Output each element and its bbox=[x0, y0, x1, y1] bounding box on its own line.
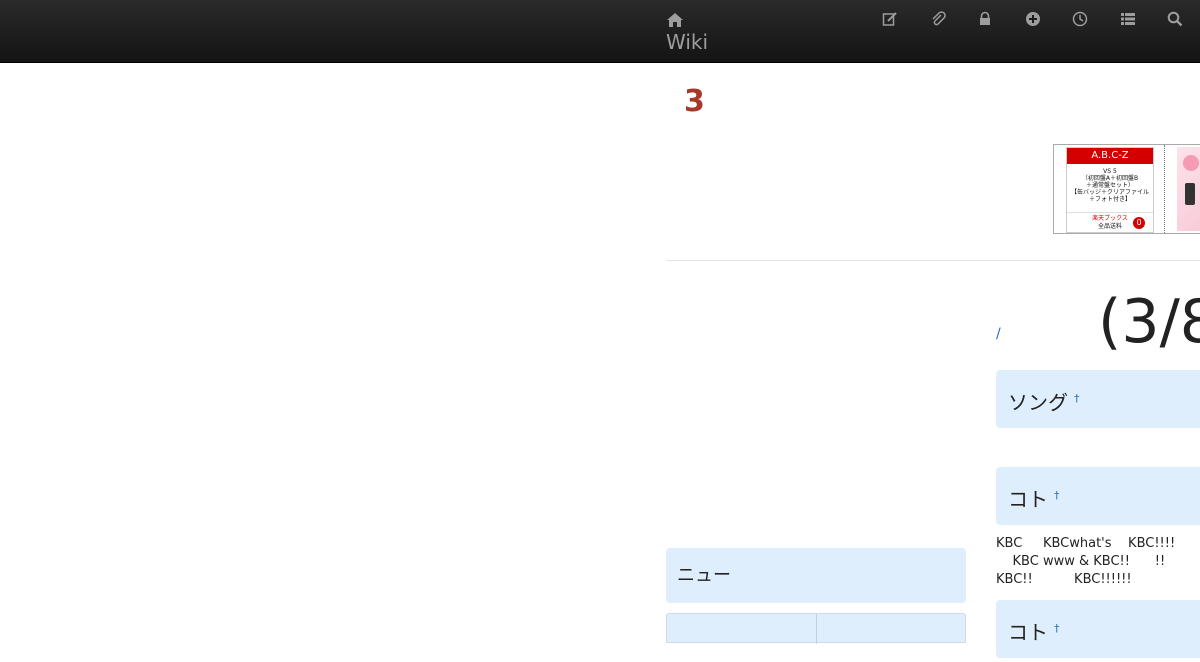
lock-button[interactable] bbox=[976, 10, 994, 28]
sidebar-table bbox=[666, 613, 966, 644]
date-heading: (3/8 bbox=[1098, 287, 1200, 357]
add-page-button[interactable] bbox=[1024, 10, 1042, 28]
ad-logo-icon bbox=[1183, 155, 1199, 171]
lock-icon bbox=[980, 11, 990, 25]
list-icon bbox=[1121, 13, 1135, 25]
section-heading-2: コト † bbox=[996, 467, 1200, 525]
attach-icon bbox=[932, 11, 946, 26]
section-heading-text: ソング bbox=[1008, 390, 1068, 415]
ad-zero-badge: 0 bbox=[1133, 217, 1145, 229]
list-button[interactable] bbox=[1119, 10, 1137, 28]
breadcrumb-link[interactable]: / bbox=[996, 326, 1001, 342]
ad-product-card-2[interactable] bbox=[1177, 147, 1200, 231]
section-anchor-link[interactable]: † bbox=[1054, 622, 1060, 635]
search-button[interactable] bbox=[1166, 10, 1184, 28]
attach-button[interactable] bbox=[929, 10, 947, 28]
ad-product-card[interactable]: A.B.C-Z VS 5 （初回盤A＋初回盤B ＋通常盤セット） 【缶バッジ＋ク… bbox=[1066, 147, 1154, 233]
search-icon bbox=[1167, 11, 1183, 27]
table-cell-divider bbox=[816, 614, 817, 644]
ad-banner[interactable]: A.B.C-Z VS 5 （初回盤A＋初回盤B ＋通常盤セット） 【缶バッジ＋ク… bbox=[1053, 144, 1200, 234]
add-icon bbox=[1026, 12, 1040, 26]
body-line: KBC!! KBC!!!!!! bbox=[996, 572, 1132, 587]
section-heading-text: コト bbox=[1008, 487, 1048, 512]
ad-description: VS 5 （初回盤A＋初回盤B ＋通常盤セット） 【缶バッジ＋クリアファイル ＋… bbox=[1070, 168, 1149, 203]
edit-button[interactable] bbox=[881, 10, 899, 28]
body-line: KBC www & KBC!! !! bbox=[996, 554, 1166, 569]
edit-icon bbox=[882, 12, 897, 26]
ad-divider bbox=[1164, 145, 1165, 233]
ad-bottle-icon bbox=[1185, 183, 1195, 205]
sidebar-heading: ニュー bbox=[666, 548, 966, 603]
page-title: 3 bbox=[684, 84, 705, 119]
section-body: KBC KBCwhat's KBC!!!! KBC www & KBC!! !!… bbox=[996, 535, 1200, 589]
section-heading-1: ソング † bbox=[996, 370, 1200, 428]
section-heading-text: コト bbox=[1008, 620, 1048, 645]
body-line: KBC KBCwhat's KBC!!!! bbox=[996, 536, 1176, 551]
section-anchor-link[interactable]: † bbox=[1054, 489, 1060, 502]
divider bbox=[666, 260, 1200, 261]
ad-brand: A.B.C-Z bbox=[1067, 148, 1153, 164]
brand-name: Wiki bbox=[666, 30, 709, 54]
home-icon bbox=[667, 13, 683, 27]
ad-footer: 楽天ブックス 全品送料 0 bbox=[1067, 212, 1153, 232]
history-icon bbox=[1072, 11, 1088, 27]
section-heading-3: コト † bbox=[996, 600, 1200, 658]
top-navbar: Wiki bbox=[0, 0, 1200, 63]
section-anchor-link[interactable]: † bbox=[1074, 392, 1080, 405]
history-button[interactable] bbox=[1071, 10, 1089, 28]
